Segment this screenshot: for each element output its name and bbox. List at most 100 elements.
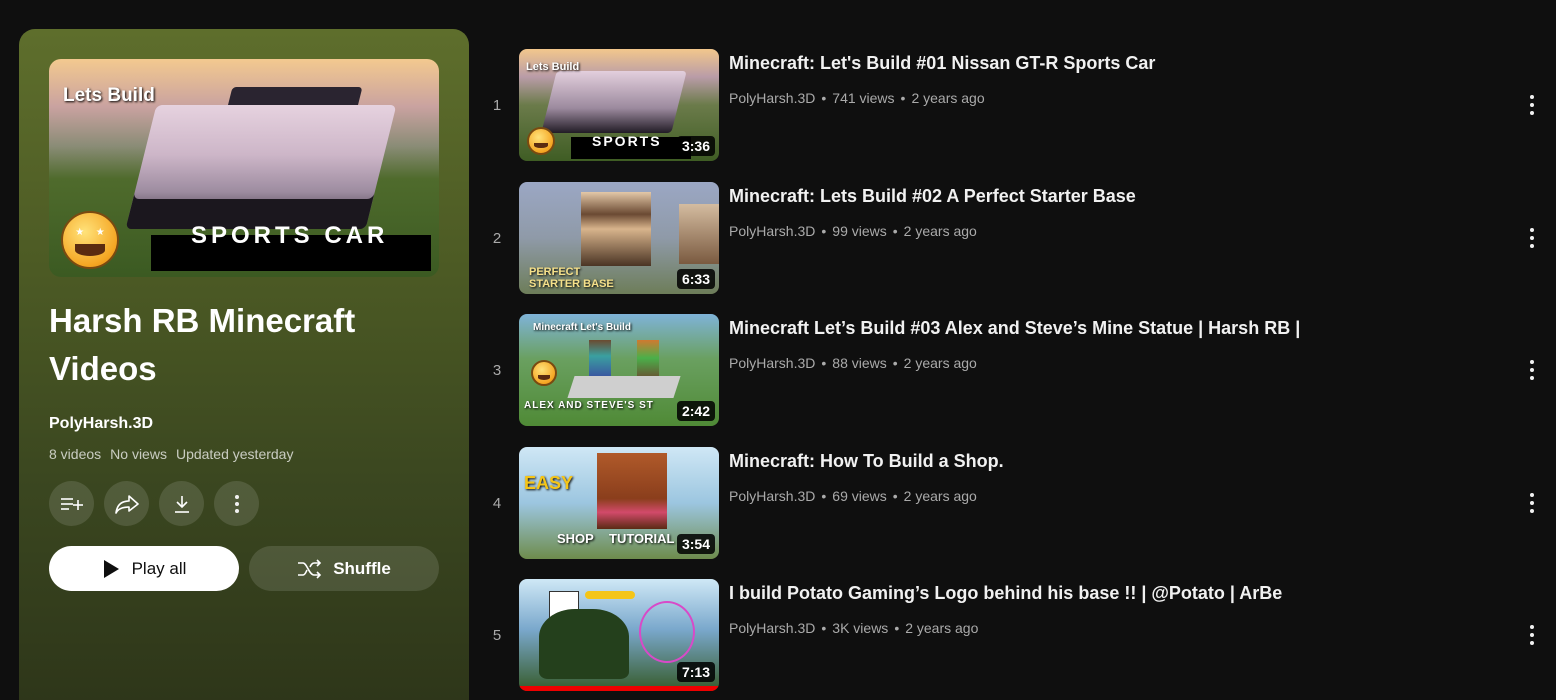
playlist-title: Harsh RB Minecraft Videos [49,302,356,387]
video-views: 741 views [832,90,895,106]
video-duration: 2:42 [676,401,715,421]
video-index: 3 [492,362,502,379]
house-shape [581,192,651,266]
video-age: 2 years ago [903,355,977,371]
video-index: 5 [492,627,502,644]
statue-base [567,376,681,398]
play-all-button[interactable]: Play all [49,546,239,591]
video-index: 2 [492,230,502,247]
video-thumbnail[interactable]: Lets Build SPORTS 3:36 [519,49,719,161]
video-duration: 3:54 [676,534,715,554]
more-actions-button[interactable] [214,481,259,526]
video-title[interactable]: Minecraft: How To Build a Shop. [729,451,1004,472]
meta-dot: • [821,90,827,106]
alex-figure [637,340,659,380]
playlist-page: Lets Build SPORTS CAR ★ ★ Harsh RB Minecr… [0,0,1556,700]
star-struck-emoji-icon: ★ ★ [61,211,119,269]
thumb-text-2: STARTER BASE [529,278,614,290]
video-index: 4 [492,495,502,512]
hero-bottom-text: SPORTS CAR [191,222,389,249]
video-duration: 7:13 [676,662,715,682]
video-thumbnail[interactable]: EASY SHOP TUTORIAL 3:54 [519,447,719,559]
channel-name[interactable]: PolyHarsh.3D [729,223,815,239]
more-vert-icon[interactable] [1522,228,1542,248]
more-vert-icon[interactable] [1522,625,1542,645]
video-views: 69 views [832,488,887,504]
video-count: 8 videos [49,446,102,462]
playlist-meta: 8 videos No views Updated yesterday [49,446,293,462]
thumb-text-3: TUTORIAL [609,531,675,546]
channel-name[interactable]: PolyHarsh.3D [729,90,815,106]
video-meta: PolyHarsh.3D • 741 views • 2 years ago [729,90,985,106]
playlist-header-panel: Lets Build SPORTS CAR ★ ★ Harsh RB Minecr… [19,29,469,700]
video-views: 88 views [832,355,887,371]
meta-dot: • [892,223,898,239]
video-thumbnail[interactable]: 7:13 [519,579,719,691]
share-button[interactable] [104,481,149,526]
video-views: 99 views [832,223,887,239]
video-thumbnail[interactable]: Minecraft Let's Build ALEX AND STEVE'S S… [519,314,719,426]
more-vert-icon[interactable] [1522,360,1542,380]
view-count: No views [110,446,167,462]
updated-text: Updated yesterday [175,446,294,462]
tree-shape [539,609,629,679]
channel-name[interactable]: PolyHarsh.3D [729,488,815,504]
meta-dot: • [892,355,898,371]
channel-name[interactable]: PolyHarsh.3D [729,620,815,636]
video-title[interactable]: Minecraft: Lets Build #02 A Perfect Star… [729,186,1136,207]
video-index: 1 [492,97,502,114]
video-meta: PolyHarsh.3D • 69 views • 2 years ago [729,488,977,504]
video-row[interactable]: 5 7:13 I build Potato Gaming’s Logo behi… [480,579,1556,699]
star-struck-emoji-icon [531,360,557,386]
thumb-text: PERFECT [529,266,581,278]
meta-dot: • [821,223,827,239]
shuffle-label: Shuffle [333,558,391,578]
video-row[interactable]: 2 PERFECT STARTER BASE 6:33 Minecraft: L… [480,182,1556,302]
video-meta: PolyHarsh.3D • 3K views • 2 years ago [729,620,978,636]
star-struck-emoji-icon [527,127,555,155]
video-row[interactable]: 1 Lets Build SPORTS 3:36 Minecraft: Let'… [480,49,1556,169]
shop-building-shape [597,453,667,529]
video-age: 2 years ago [903,223,977,239]
video-row[interactable]: 3 Minecraft Let's Build ALEX AND STEVE'S… [480,314,1556,434]
play-icon [103,559,119,578]
video-thumbnail[interactable]: PERFECT STARTER BASE 6:33 [519,182,719,294]
playlist-hero-thumbnail[interactable]: Lets Build SPORTS CAR ★ ★ [49,59,439,277]
playlist-actions [49,481,259,526]
thumb-text: EASY [524,473,574,493]
video-age: 2 years ago [911,90,985,106]
thumb-text: Minecraft Let's Build [533,322,631,333]
thumb-text-2: SHOP [557,531,594,546]
video-title[interactable]: Minecraft Let’s Build #03 Alex and Steve… [729,318,1300,339]
video-views: 3K views [832,620,889,636]
meta-dot: • [900,90,906,106]
video-title[interactable]: Minecraft: Let's Build #01 Nissan GT-R S… [729,53,1155,74]
download-button[interactable] [159,481,204,526]
house-shape [679,204,719,264]
video-row[interactable]: 4 EASY SHOP TUTORIAL 3:54 Minecraft: How… [480,447,1556,567]
steve-figure [589,340,611,380]
more-vert-icon[interactable] [1522,95,1542,115]
video-meta: PolyHarsh.3D • 88 views • 2 years ago [729,355,977,371]
meta-dot: • [821,488,827,504]
shuffle-icon [298,558,322,579]
channel-name[interactable]: PolyHarsh.3D [729,355,815,371]
meta-dot: • [892,488,898,504]
more-vert-icon[interactable] [1522,493,1542,513]
video-duration: 6:33 [676,269,715,289]
playlist-owner-link[interactable]: PolyHarsh.3D [49,415,153,433]
potato-outline-shape [639,601,695,663]
meta-dot: • [821,620,827,636]
video-title[interactable]: I build Potato Gaming’s Logo behind his … [729,583,1282,604]
shuffle-button[interactable]: Shuffle [249,546,439,591]
hero-top-text: Lets Build [63,85,155,106]
add-to-queue-button[interactable] [49,481,94,526]
thumb-text-2: ALEX AND STEVE'S ST [524,400,654,411]
car-body-shape [125,105,397,229]
video-age: 2 years ago [903,488,977,504]
thumb-text-2: SPORTS [592,133,662,149]
add-to-queue-icon [60,497,83,510]
share-icon [114,494,139,514]
watch-progress-bar [519,686,719,691]
play-all-label: Play all [131,558,187,578]
